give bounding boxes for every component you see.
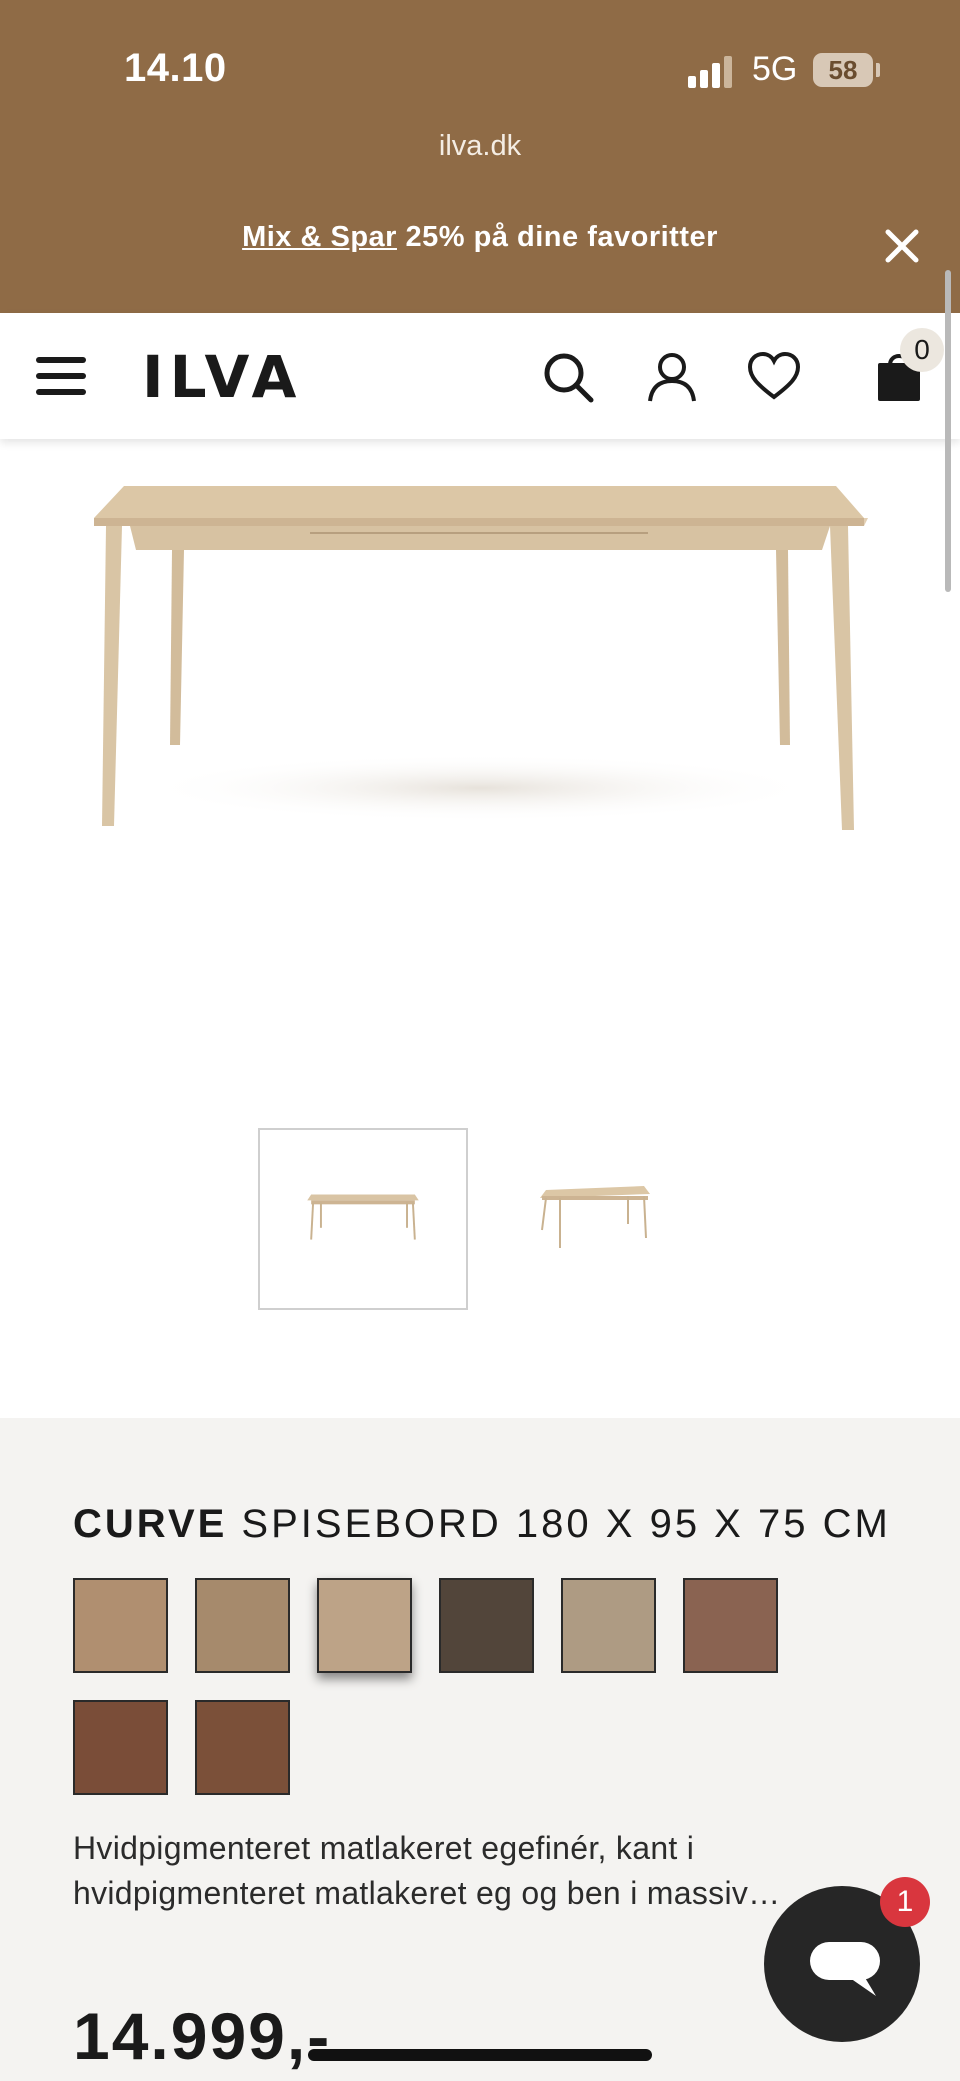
color-swatch[interactable] <box>561 1578 656 1673</box>
product-title: CURVE SPISEBORD 180 X 95 X 75 CM <box>73 1502 891 1547</box>
color-swatch[interactable] <box>73 1578 168 1673</box>
url-bar[interactable]: ilva.dk <box>0 130 960 163</box>
close-icon[interactable] <box>882 226 922 266</box>
promo-header: 14.10 5G 58 ilva.dk Mix & Spar 25% på di… <box>0 0 960 313</box>
network-type: 5G <box>752 50 798 88</box>
thumbnail-image <box>540 1186 650 1248</box>
product-thumbnail-1[interactable] <box>258 1128 468 1310</box>
home-indicator <box>308 2049 652 2061</box>
signal-icon <box>688 56 732 88</box>
account-icon[interactable] <box>646 351 698 403</box>
color-swatch[interactable] <box>73 1700 168 1795</box>
ilva-logo[interactable]: ILVA <box>142 343 302 411</box>
product-price: 14.999,- <box>73 1999 332 2073</box>
page-scrollbar[interactable] <box>945 270 951 592</box>
cart-count-badge: 0 <box>900 328 944 372</box>
product-brand: CURVE <box>73 1502 228 1546</box>
color-swatch[interactable] <box>317 1578 412 1673</box>
site-navigation: ILVA 0 <box>0 313 960 439</box>
search-icon[interactable] <box>542 351 594 403</box>
color-swatch[interactable] <box>683 1578 778 1673</box>
promo-banner: Mix & Spar 25% på dine favoritter <box>0 221 960 254</box>
product-thumbnail-2[interactable] <box>490 1128 700 1310</box>
chat-unread-badge: 1 <box>880 1877 930 1927</box>
promo-text: 25% på dine favoritter <box>396 221 718 253</box>
thumbnail-image <box>307 1194 419 1240</box>
hamburger-menu-icon[interactable] <box>36 355 86 397</box>
battery-tip <box>876 63 880 77</box>
status-time: 14.10 <box>124 46 227 90</box>
color-swatch[interactable] <box>195 1578 290 1673</box>
product-description: Hvidpigmenteret matlakeret egefinér, kan… <box>73 1830 781 1911</box>
battery-icon: 58 <box>813 53 873 87</box>
color-swatch[interactable] <box>439 1578 534 1673</box>
promo-link[interactable]: Mix & Spar <box>242 221 397 253</box>
product-name: SPISEBORD 180 X 95 X 75 CM <box>227 1502 891 1546</box>
heart-icon[interactable] <box>748 351 800 403</box>
product-main-image[interactable] <box>80 470 880 850</box>
color-swatch[interactable] <box>195 1700 290 1795</box>
